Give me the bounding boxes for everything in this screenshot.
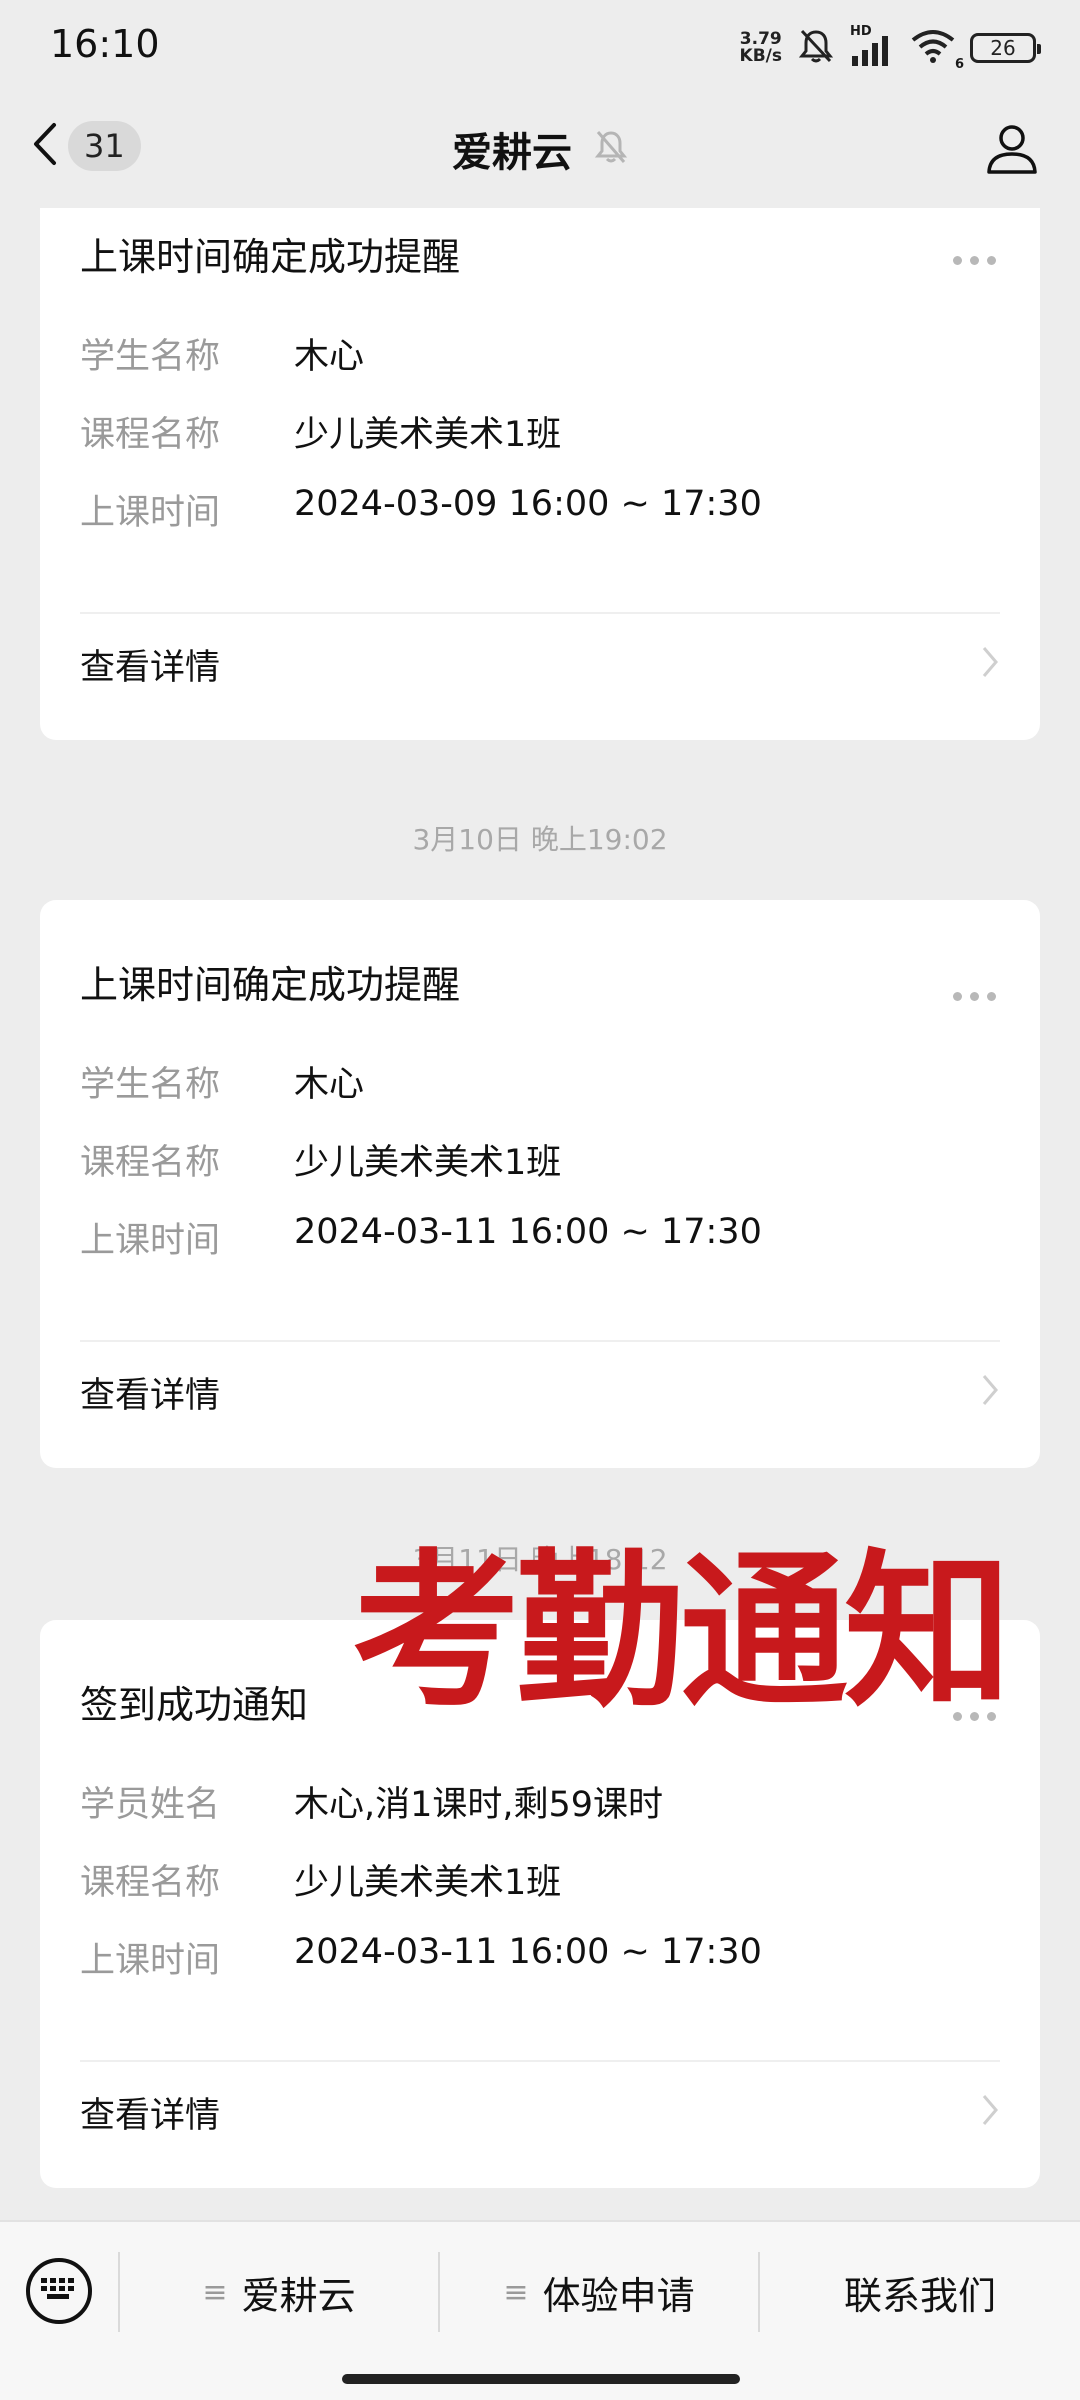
row-label: 学生名称 bbox=[80, 1065, 221, 1105]
message-timestamp: 3月10日 晚上19:02 bbox=[412, 823, 668, 856]
net-speed: 3.79 KB/s bbox=[740, 31, 782, 65]
view-details-link[interactable]: 查看详情 bbox=[80, 2072, 1000, 2152]
status-time: 16:10 bbox=[50, 22, 160, 66]
menu-item-aigengyun[interactable]: ≡ 爱耕云 bbox=[120, 2254, 438, 2330]
row-label: 课程名称 bbox=[80, 415, 221, 455]
card-divider bbox=[80, 1340, 1000, 1342]
profile-button[interactable] bbox=[984, 120, 1040, 180]
row-value: 木心 bbox=[294, 337, 365, 377]
submenu-icon: ≡ bbox=[202, 2274, 228, 2310]
person-icon bbox=[984, 125, 1040, 180]
view-details-link[interactable]: 查看详情 bbox=[80, 624, 1000, 704]
bottom-menu-bar: ≡ 爱耕云 ≡ 体验申请 联系我们 bbox=[0, 2220, 1080, 2400]
message-list[interactable]: 上课时间确定成功提醒 学生名称 木心 课程名称 少儿美术美术1班 上课时间 20… bbox=[0, 208, 1080, 2220]
menu-item-label: 联系我们 bbox=[843, 2273, 996, 2318]
chevron-right-icon bbox=[980, 2093, 1000, 2131]
row-label: 课程名称 bbox=[80, 1863, 221, 1903]
info-row: 课程名称 少儿美术美术1班 bbox=[80, 1854, 561, 1905]
card-title: 上课时间确定成功提醒 bbox=[80, 963, 461, 1007]
card-title: 上课时间确定成功提醒 bbox=[80, 235, 461, 279]
more-dots-icon[interactable] bbox=[953, 256, 996, 265]
attendance-overlay-caption: 考勤通知 bbox=[352, 1534, 1012, 1730]
submenu-icon: ≡ bbox=[503, 2274, 529, 2310]
battery-indicator: 26 bbox=[970, 33, 1041, 63]
menu-item-contact-us[interactable]: 联系我们 bbox=[760, 2254, 1080, 2330]
row-label: 上课时间 bbox=[80, 1941, 221, 1981]
info-row: 学生名称 木心 bbox=[80, 1056, 364, 1107]
row-value: 2024-03-11 16:00 ~ 17:30 bbox=[294, 1212, 762, 1252]
row-value: 2024-03-11 16:00 ~ 17:30 bbox=[294, 1932, 762, 1972]
keyboard-icon bbox=[39, 2275, 79, 2307]
info-row: 课程名称 少儿美术美术1班 bbox=[80, 1134, 561, 1185]
view-details-label: 查看详情 bbox=[80, 2095, 221, 2136]
page-title: 爱耕云 bbox=[452, 130, 572, 176]
info-row: 上课时间 2024-03-11 16:00 ~ 17:30 bbox=[80, 1932, 762, 1983]
row-label: 上课时间 bbox=[80, 1221, 221, 1261]
info-row: 学员姓名 木心,消1课时,剩59课时 bbox=[80, 1776, 663, 1827]
signal-tag: HD bbox=[850, 24, 872, 39]
chevron-right-icon bbox=[980, 1373, 1000, 1411]
row-value: 2024-03-09 16:00 ~ 17:30 bbox=[294, 484, 762, 524]
row-value: 木心,消1课时,剩59课时 bbox=[294, 1785, 664, 1825]
nav-bar: 31 爱耕云 bbox=[0, 96, 1080, 208]
view-details-link[interactable]: 查看详情 bbox=[80, 1352, 1000, 1432]
row-value: 少儿美术美术1班 bbox=[294, 415, 562, 455]
home-indicator[interactable] bbox=[342, 2374, 740, 2384]
net-speed-unit: KB/s bbox=[739, 46, 782, 66]
card-title: 签到成功通知 bbox=[80, 1683, 309, 1727]
menu-item-label: 爱耕云 bbox=[241, 2273, 356, 2318]
status-icons: 3.79 KB/s HD 6 26 bbox=[740, 24, 1041, 72]
nav-title-group: 爱耕云 bbox=[0, 120, 1080, 178]
bell-muted-icon bbox=[796, 26, 836, 70]
info-row: 课程名称 少儿美术美术1班 bbox=[80, 406, 561, 457]
row-value: 少儿美术美术1班 bbox=[294, 1863, 562, 1903]
status-bar: 16:10 3.79 KB/s HD 6 26 bbox=[0, 0, 1080, 96]
card-divider bbox=[80, 612, 1000, 614]
info-row: 学生名称 木心 bbox=[80, 328, 364, 379]
view-details-label: 查看详情 bbox=[80, 647, 221, 688]
view-details-label: 查看详情 bbox=[80, 1375, 221, 1416]
info-row: 上课时间 2024-03-11 16:00 ~ 17:30 bbox=[80, 1212, 762, 1263]
row-label: 学生名称 bbox=[80, 337, 221, 377]
row-label: 学员姓名 bbox=[80, 1785, 221, 1825]
card-divider bbox=[80, 2060, 1000, 2062]
keyboard-toggle-button[interactable] bbox=[26, 2258, 92, 2324]
bell-muted-icon bbox=[594, 128, 628, 170]
more-dots-icon[interactable] bbox=[953, 992, 996, 1001]
message-card: 上课时间确定成功提醒 学生名称 木心 课程名称 少儿美术美术1班 上课时间 20… bbox=[40, 208, 1040, 740]
row-value: 木心 bbox=[294, 1065, 365, 1105]
signal-icon: HD bbox=[850, 24, 896, 66]
info-row: 上课时间 2024-03-09 16:00 ~ 17:30 bbox=[80, 484, 762, 535]
row-label: 上课时间 bbox=[80, 493, 221, 533]
row-value: 少儿美术美术1班 bbox=[294, 1143, 562, 1183]
menu-item-trial-application[interactable]: ≡ 体验申请 bbox=[440, 2254, 758, 2330]
row-label: 课程名称 bbox=[80, 1143, 221, 1183]
battery-level: 26 bbox=[990, 36, 1016, 60]
chevron-right-icon bbox=[980, 645, 1000, 683]
message-card: 上课时间确定成功提醒 学生名称 木心 课程名称 少儿美术美术1班 上课时间 20… bbox=[40, 900, 1040, 1468]
menu-item-label: 体验申请 bbox=[542, 2273, 695, 2318]
wifi-tag: 6 bbox=[954, 57, 964, 72]
wifi-icon: 6 bbox=[910, 28, 964, 72]
